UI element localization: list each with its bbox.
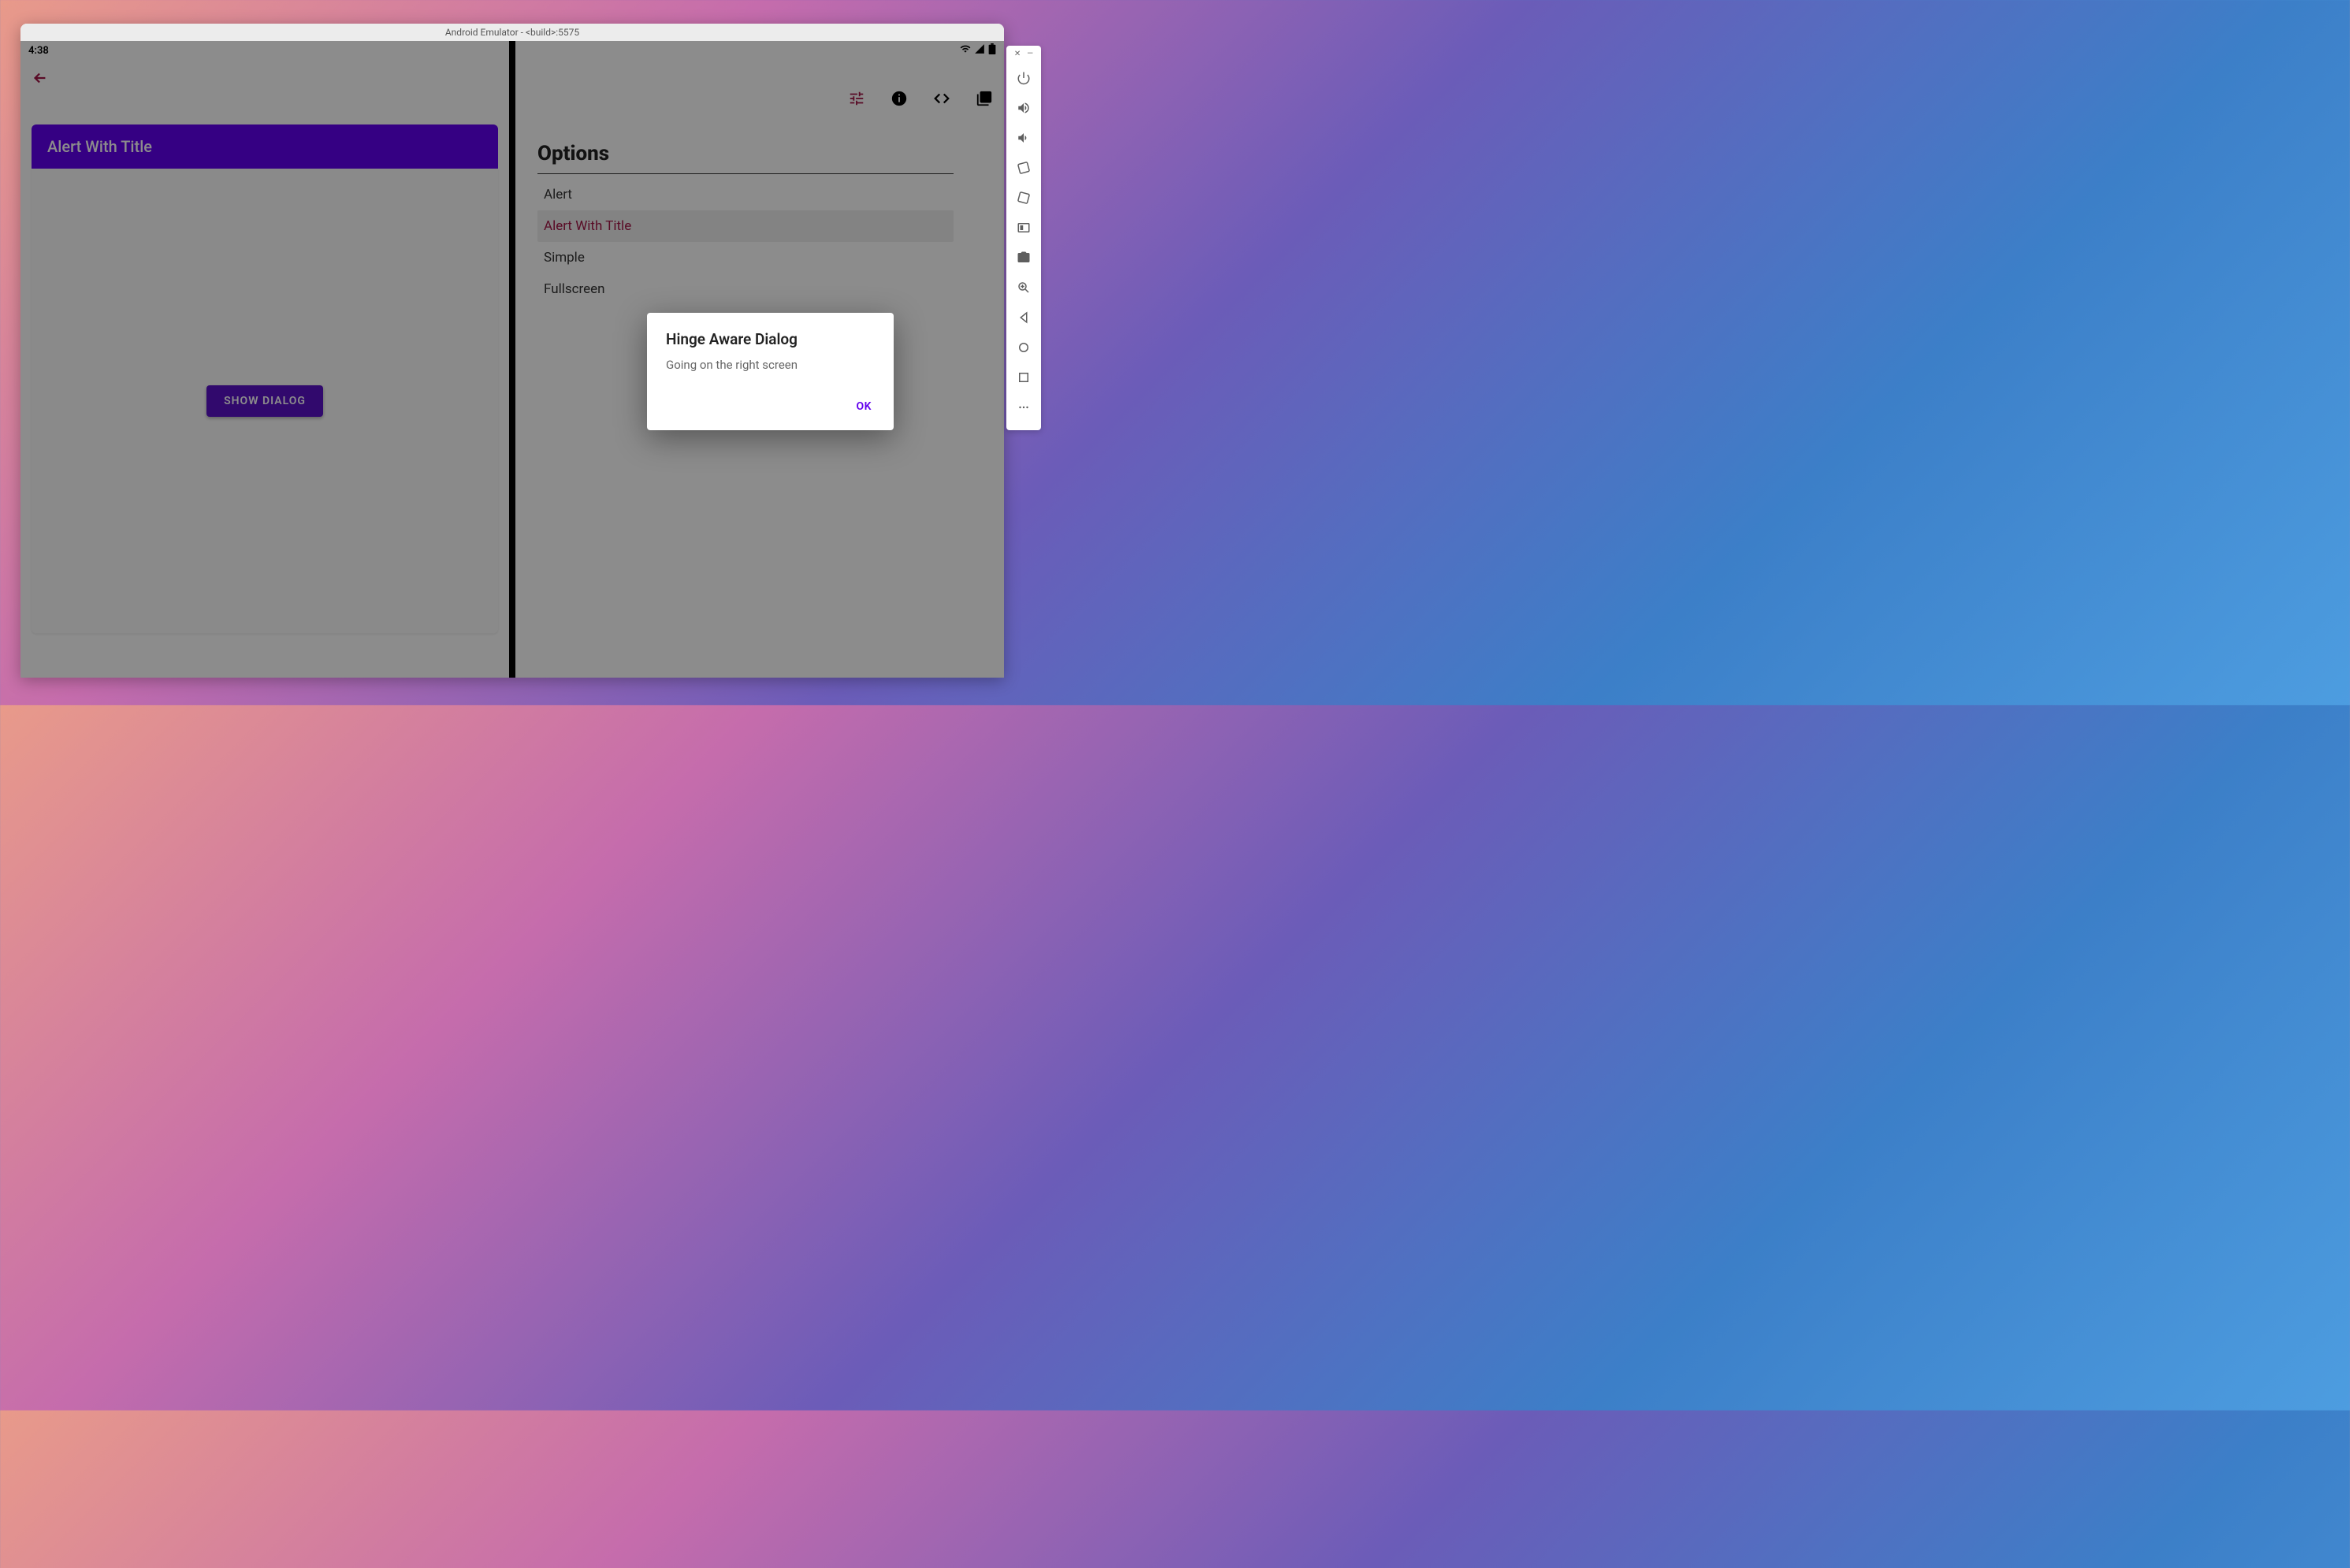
emulator-toolbar: ✕ — (1006, 46, 1041, 430)
options-heading: Options (537, 142, 954, 174)
dialog-title: Hinge Aware Dialog (647, 330, 894, 348)
rotate-right-icon[interactable] (1008, 183, 1039, 213)
volume-down-icon[interactable] (1008, 123, 1039, 153)
back-arrow-icon[interactable] (32, 69, 49, 90)
back-nav-icon[interactable] (1008, 303, 1039, 333)
status-bar-right (515, 41, 1004, 60)
zoom-icon[interactable] (1008, 273, 1039, 303)
left-pane: 4:38 Alert With Title SHOW DIALOG (20, 41, 512, 678)
app-bar-right (515, 79, 1004, 118)
power-icon[interactable] (1008, 63, 1039, 93)
toolbar-minimize-icon[interactable]: — (1027, 50, 1033, 58)
purple-header-title: Alert With Title (47, 137, 152, 156)
left-content-area: SHOW DIALOG (32, 169, 498, 634)
dialog-message: Going on the right screen (647, 348, 894, 394)
device-screen: 4:38 Alert With Title SHOW DIALOG (20, 41, 1004, 678)
info-icon[interactable] (891, 90, 908, 107)
right-content: Options Alert Alert With Title Simple Fu… (515, 118, 1004, 305)
wifi-icon (960, 43, 971, 58)
battery-icon (988, 43, 996, 58)
option-alert-with-title[interactable]: Alert With Title (537, 210, 954, 242)
alert-dialog: Hinge Aware Dialog Going on the right sc… (647, 313, 894, 430)
option-fullscreen[interactable]: Fullscreen (537, 273, 954, 305)
emulator-window: Android Emulator - <build>:5575 4:38 Ale… (20, 24, 1004, 678)
more-icon[interactable] (1008, 392, 1039, 422)
tune-icon[interactable] (848, 90, 865, 107)
app-bar-left (20, 60, 509, 99)
dialog-ok-button[interactable]: OK (846, 394, 881, 419)
nav-handle-right[interactable] (588, 670, 682, 673)
code-icon[interactable] (933, 90, 950, 107)
signal-icon (974, 43, 985, 58)
camera-icon[interactable] (1008, 243, 1039, 273)
library-icon[interactable] (976, 90, 993, 107)
volume-up-icon[interactable] (1008, 93, 1039, 123)
emulator-titlebar: Android Emulator - <build>:5575 (20, 24, 1004, 41)
emulator-title-text: Android Emulator - <build>:5575 (445, 27, 579, 38)
status-icons (960, 43, 996, 58)
dialog-actions: OK (647, 394, 894, 422)
nav-handle-left[interactable] (202, 670, 296, 673)
screenshot-gallery-icon[interactable] (1008, 213, 1039, 243)
home-nav-icon[interactable] (1008, 333, 1039, 362)
option-simple[interactable]: Simple (537, 242, 954, 273)
status-bar-left: 4:38 (20, 41, 509, 60)
toolbar-close-icon[interactable]: ✕ (1014, 50, 1021, 58)
rotate-left-icon[interactable] (1008, 153, 1039, 183)
option-alert[interactable]: Alert (537, 179, 954, 210)
status-time: 4:38 (28, 45, 49, 57)
purple-header: Alert With Title (32, 124, 498, 169)
overview-nav-icon[interactable] (1008, 362, 1039, 392)
show-dialog-button[interactable]: SHOW DIALOG (206, 385, 323, 417)
